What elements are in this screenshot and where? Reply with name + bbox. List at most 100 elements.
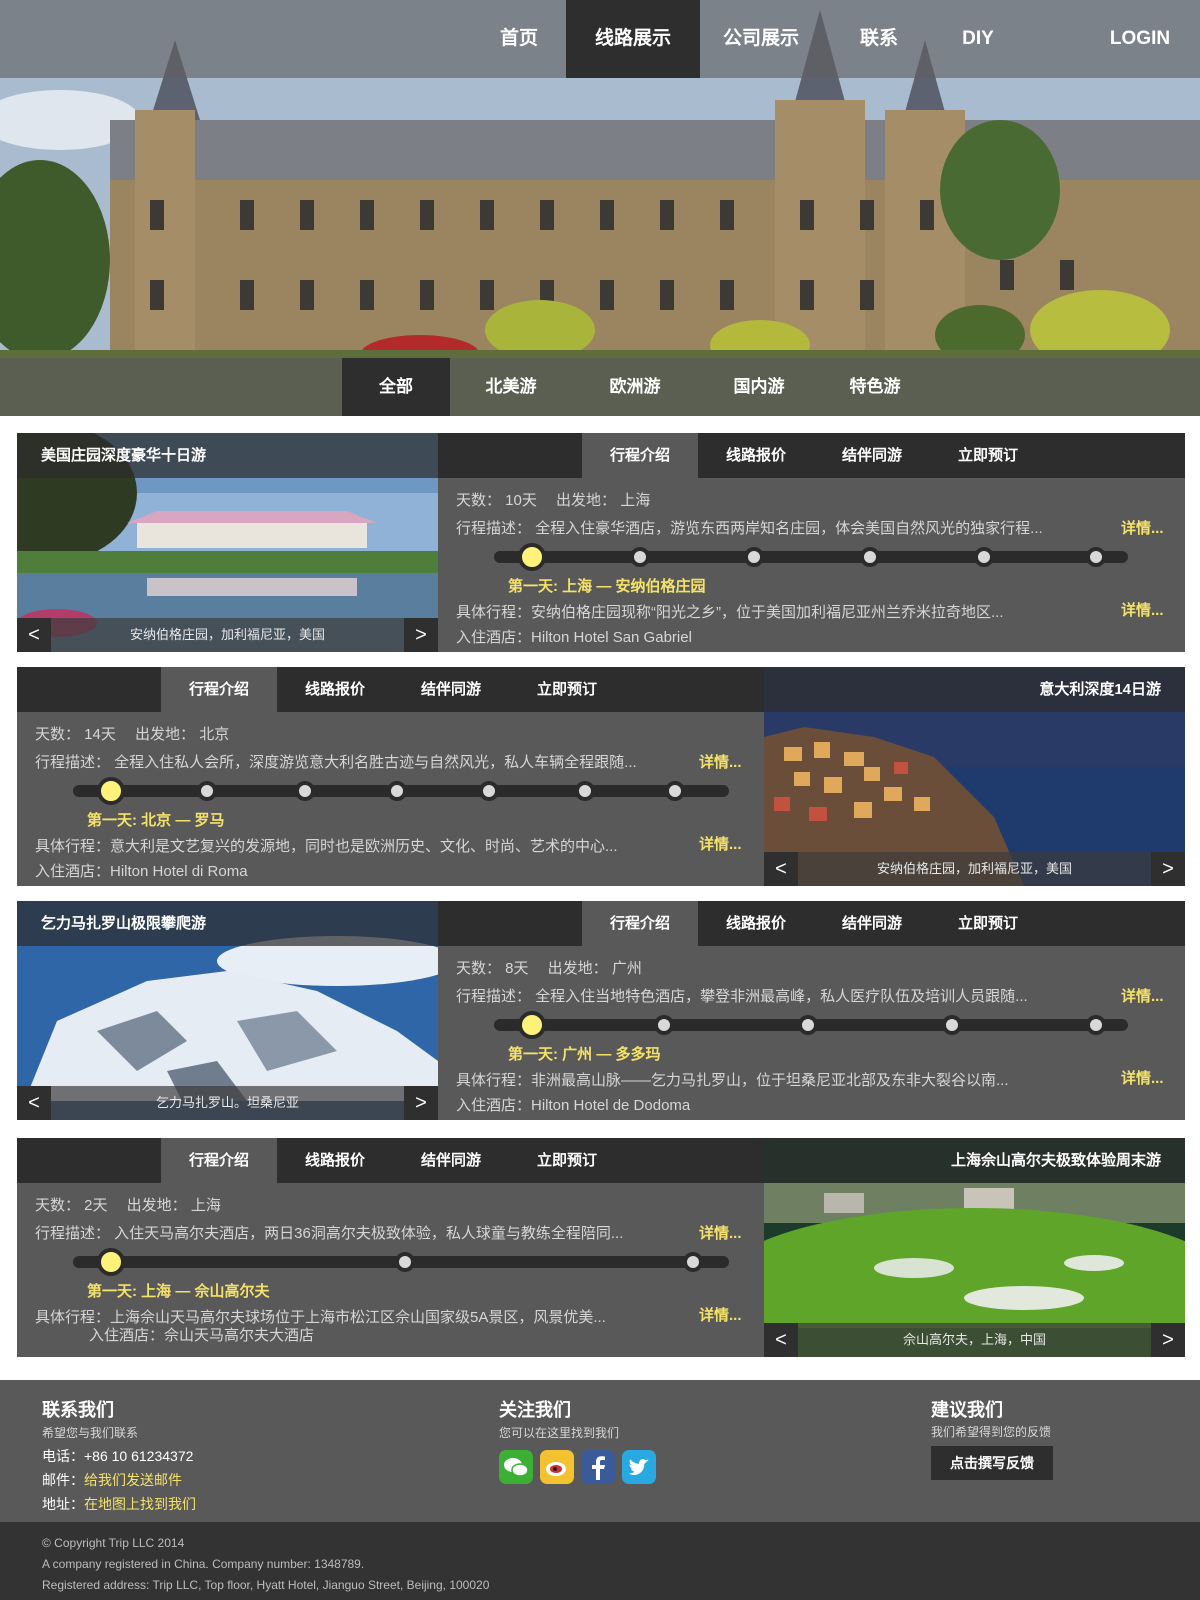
prev-photo-button[interactable]: < xyxy=(17,1086,51,1120)
wechat-icon[interactable] xyxy=(499,1450,533,1484)
next-photo-button[interactable]: > xyxy=(404,618,438,652)
category-europe[interactable]: 欧洲游 xyxy=(590,358,680,416)
tab-pricing[interactable]: 线路报价 xyxy=(698,901,814,946)
tab-itinerary[interactable]: 行程介绍 xyxy=(161,1138,277,1183)
category-north-america[interactable]: 北美游 xyxy=(466,358,556,416)
tab-book-now[interactable]: 立即预订 xyxy=(930,433,1046,478)
route-title: 美国庄园深度豪华十日游 xyxy=(17,433,438,478)
registered-address-line: Registered address: Trip LLC, Top floor,… xyxy=(42,1578,490,1592)
route-photo: 上海佘山高尔夫极致体验周末游 佘山高尔夫，上海，中国 < > xyxy=(764,1138,1185,1357)
photo-caption: 安纳伯格庄园，加利福尼亚，美国 xyxy=(17,618,438,652)
facebook-icon[interactable] xyxy=(581,1450,615,1484)
timeline-dot[interactable] xyxy=(479,781,499,801)
timeline-dot[interactable] xyxy=(798,1015,818,1035)
tab-companions[interactable]: 结伴同游 xyxy=(393,1138,509,1183)
timeline-dot[interactable] xyxy=(518,1011,546,1039)
desc-more-link[interactable]: 详情... xyxy=(1121,517,1164,538)
tab-book-now[interactable]: 立即预订 xyxy=(509,1138,625,1183)
timeline-dot[interactable] xyxy=(97,1248,125,1276)
suggest-subtitle: 我们希望得到您的反馈 xyxy=(931,1425,1052,1439)
mail-label: 邮件： xyxy=(42,1472,84,1488)
twitter-icon[interactable] xyxy=(622,1450,656,1484)
timeline-dot[interactable] xyxy=(630,547,650,567)
detail-more-link[interactable]: 详情... xyxy=(1121,1067,1164,1088)
category-all[interactable]: 全部 xyxy=(342,358,450,416)
nav-routes[interactable]: 线路展示 xyxy=(566,0,700,78)
map-link[interactable]: 在地图上找到我们 xyxy=(84,1496,196,1512)
timeline-dot[interactable] xyxy=(654,1015,674,1035)
photo-caption: 佘山高尔夫，上海，中国 xyxy=(764,1323,1185,1357)
timeline-dot[interactable] xyxy=(395,1252,415,1272)
desc-more-link[interactable]: 详情... xyxy=(699,751,742,772)
category-domestic[interactable]: 国内游 xyxy=(714,358,804,416)
route-hotel: 入住酒店：Hilton Hotel de Dodoma xyxy=(456,1097,691,1114)
photo-caption: 安纳伯格庄园，加利福尼亚，美国 xyxy=(764,852,1185,886)
nav-diy[interactable]: DIY xyxy=(946,0,1010,78)
route-card: 行程介绍 线路报价 结伴同游 立即预订 天数： 14天 出发地： 北京 行程描述… xyxy=(17,667,1185,886)
timeline-dot[interactable] xyxy=(665,781,685,801)
timeline-dot[interactable] xyxy=(295,781,315,801)
detail-more-link[interactable]: 详情... xyxy=(699,1304,742,1325)
weibo-icon[interactable] xyxy=(540,1450,574,1484)
tab-companions[interactable]: 结伴同游 xyxy=(393,667,509,712)
route-title: 意大利深度14日游 xyxy=(764,667,1185,712)
tab-book-now[interactable]: 立即预订 xyxy=(509,667,625,712)
send-mail-link[interactable]: 给我们发送邮件 xyxy=(84,1472,182,1488)
contact-address: 地址：在地图上找到我们 xyxy=(42,1494,196,1514)
tab-pricing[interactable]: 线路报价 xyxy=(277,667,393,712)
nav-company[interactable]: 公司展示 xyxy=(712,0,810,78)
timeline-dot[interactable] xyxy=(683,1252,703,1272)
route-card: 乞力马扎罗山极限攀爬游 乞力马扎罗山。坦桑尼亚 < > 行程介绍 线路报价 结伴… xyxy=(17,901,1185,1120)
timeline-dot[interactable] xyxy=(518,543,546,571)
detail-more-link[interactable]: 详情... xyxy=(1121,599,1164,620)
timeline-dot[interactable] xyxy=(575,781,595,801)
tab-pricing[interactable]: 线路报价 xyxy=(698,433,814,478)
next-photo-button[interactable]: > xyxy=(1151,1323,1185,1357)
category-special[interactable]: 特色游 xyxy=(830,358,920,416)
timeline-dot[interactable] xyxy=(1086,547,1106,567)
address-label: 地址： xyxy=(42,1496,84,1512)
prev-photo-button[interactable]: < xyxy=(17,618,51,652)
route-days: 天数： 10天 出发地： 上海 xyxy=(456,492,651,509)
timeline-dot[interactable] xyxy=(387,781,407,801)
follow-heading: 关注我们 xyxy=(499,1400,571,1420)
timeline-dot[interactable] xyxy=(197,781,217,801)
day-label: 第一天: 广州 — 多多玛 xyxy=(508,1046,661,1063)
route-hotel: 入住酒店：Hilton Hotel di Roma xyxy=(35,863,248,880)
prev-photo-button[interactable]: < xyxy=(764,1323,798,1357)
timeline-dot[interactable] xyxy=(97,777,125,805)
desc-more-link[interactable]: 详情... xyxy=(1121,985,1164,1006)
route-title: 上海佘山高尔夫极致体验周末游 xyxy=(764,1138,1185,1183)
tab-pricing[interactable]: 线路报价 xyxy=(277,1138,393,1183)
day-timeline xyxy=(73,1248,729,1276)
write-feedback-button[interactable]: 点击撰写反馈 xyxy=(931,1446,1053,1480)
hero-banner: 首页 线路展示 公司展示 联系 DIY LOGIN 全部 北美游 欧洲游 国内游… xyxy=(0,0,1200,416)
follow-subtitle: 您可以在这里找到我们 xyxy=(499,1426,620,1440)
tab-itinerary[interactable]: 行程介绍 xyxy=(161,667,277,712)
detail-more-link[interactable]: 详情... xyxy=(699,833,742,854)
tab-itinerary[interactable]: 行程介绍 xyxy=(582,433,698,478)
route-title: 乞力马扎罗山极限攀爬游 xyxy=(17,901,438,946)
timeline-dot[interactable] xyxy=(860,547,880,567)
nav-contact[interactable]: 联系 xyxy=(842,0,916,78)
route-info: 行程介绍 线路报价 结伴同游 立即预订 天数： 2天 出发地： 上海 行程描述：… xyxy=(17,1138,764,1357)
tab-companions[interactable]: 结伴同游 xyxy=(814,901,930,946)
timeline-dot[interactable] xyxy=(1086,1015,1106,1035)
tab-book-now[interactable]: 立即预订 xyxy=(930,901,1046,946)
next-photo-button[interactable]: > xyxy=(1151,852,1185,886)
nav-home[interactable]: 首页 xyxy=(486,0,552,78)
day-timeline xyxy=(73,777,729,805)
login-button[interactable]: LOGIN xyxy=(1100,0,1180,78)
desc-more-link[interactable]: 详情... xyxy=(699,1222,742,1243)
day-label: 第一天: 上海 — 佘山高尔夫 xyxy=(87,1283,270,1300)
next-photo-button[interactable]: > xyxy=(404,1086,438,1120)
route-tabs: 行程介绍 线路报价 结伴同游 立即预订 xyxy=(17,1138,764,1183)
route-days: 天数： 2天 出发地： 上海 xyxy=(35,1197,221,1214)
timeline-dot[interactable] xyxy=(942,1015,962,1035)
timeline-dot[interactable] xyxy=(974,547,994,567)
prev-photo-button[interactable]: < xyxy=(764,852,798,886)
route-tabs: 行程介绍 线路报价 结伴同游 立即预订 xyxy=(17,667,764,712)
tab-itinerary[interactable]: 行程介绍 xyxy=(582,901,698,946)
tab-companions[interactable]: 结伴同游 xyxy=(814,433,930,478)
timeline-dot[interactable] xyxy=(744,547,764,567)
